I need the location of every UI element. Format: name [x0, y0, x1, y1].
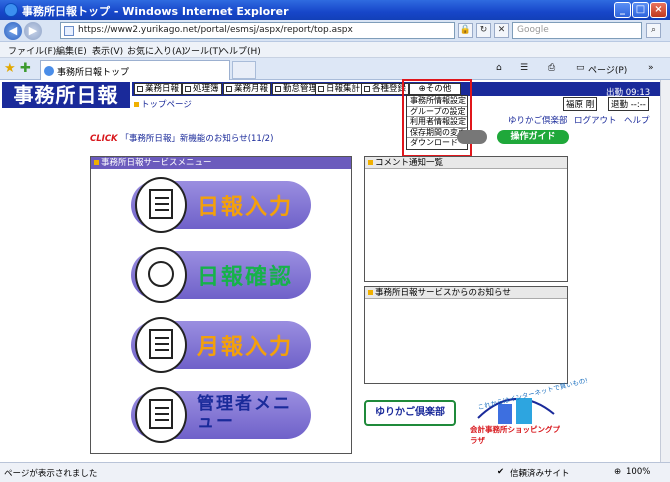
stop-icon[interactable]: ✕: [494, 23, 509, 38]
favorites-star-icon[interactable]: ★: [4, 61, 16, 76]
daily-input-icon: [135, 177, 187, 233]
menu-view[interactable]: 表示(V): [92, 44, 123, 57]
operation-guide-button[interactable]: 操作ガイド: [497, 130, 569, 144]
menu-file[interactable]: ファイル(F): [8, 44, 56, 57]
new-tab-button[interactable]: [232, 61, 256, 79]
daily-input-button[interactable]: 日報入力: [131, 177, 311, 233]
search-input[interactable]: Google: [512, 22, 642, 39]
daily-confirm-label: 日報確認: [197, 265, 294, 290]
security-zone: 信頼済みサイト: [510, 469, 570, 479]
forward-button[interactable]: ▶: [24, 22, 42, 40]
feeds-icon[interactable]: ☰: [520, 63, 528, 73]
page-content: 事務所日報 業務日報 処理簿 業務月報 勤怠管理 日報集計 各種登録 ⊕その他 …: [0, 79, 660, 461]
panel-bullet: [368, 160, 373, 165]
app-header: 事務所日報 業務日報 処理簿 業務月報 勤怠管理 日報集計 各種登録 ⊕その他 …: [0, 80, 660, 112]
ie-icon: [4, 3, 18, 17]
window-title: 事務所日報トップ - Windows Internet Explorer: [22, 5, 289, 18]
page-menu-icon: ▭: [576, 63, 585, 73]
vertical-scrollbar[interactable]: [660, 80, 670, 462]
app-logo[interactable]: 事務所日報: [2, 82, 130, 108]
trusted-zone-icon: ✔: [497, 467, 505, 477]
click-badge: CLICK: [90, 134, 118, 144]
print-icon[interactable]: ⎙: [548, 63, 555, 73]
help-link[interactable]: ヘルプ: [624, 114, 650, 126]
monthly-input-button[interactable]: 月報入力: [131, 317, 311, 373]
comment-panel: コメント通知一覧: [364, 156, 568, 282]
service-menu-header: 事務所日報サービスメニュー: [91, 157, 351, 169]
user-name: 福原 剛: [563, 97, 598, 111]
nav-daily-summary[interactable]: 日報集計: [315, 83, 364, 95]
daily-confirm-button[interactable]: 日報確認: [131, 247, 311, 303]
home-icon[interactable]: ⌂: [496, 63, 502, 73]
panel-bullet: [368, 290, 373, 295]
address-input[interactable]: https://www2.yurikago.net/portal/esmsj/a…: [60, 22, 455, 39]
nav-processing-log[interactable]: 処理簿: [182, 83, 222, 95]
lock-icon[interactable]: 🔒: [458, 23, 473, 38]
menu-tools[interactable]: ツール(T): [182, 44, 222, 57]
nav-icon: [318, 86, 324, 92]
window-titlebar: 事務所日報トップ - Windows Internet Explorer _ □…: [0, 0, 670, 20]
club-banner[interactable]: ゆりかご倶楽部: [364, 400, 456, 426]
address-bar-row: ◀ ▶ https://www2.yurikago.net/portal/esm…: [0, 20, 670, 42]
maximize-button[interactable]: □: [632, 2, 649, 18]
clock-out-time[interactable]: 退勤 --:--: [608, 97, 649, 111]
nav-icon: [137, 86, 143, 92]
page-icon: [64, 26, 74, 36]
admin-person-icon: [135, 387, 187, 443]
club-link[interactable]: ゆりかご倶楽部: [508, 114, 568, 126]
breadcrumb-bullet: [134, 102, 139, 107]
close-button[interactable]: ×: [650, 2, 667, 18]
nav-attendance[interactable]: 勤怠管理: [272, 83, 321, 95]
tab-bar: ★ ✚ 事務所日報トップ ⌂ ☰ ⎙ ▭ ページ(P) »: [0, 58, 670, 80]
nav-icon: [364, 86, 370, 92]
news-panel-header: 事務所日報サービスからのお知らせ: [365, 287, 567, 299]
tab-active[interactable]: 事務所日報トップ: [40, 60, 230, 80]
tab-title: 事務所日報トップ: [57, 68, 130, 78]
notice-text: 「事務所日報」新機能のお知らせ(11/2): [120, 134, 274, 144]
nav-business-daily[interactable]: 業務日報: [134, 83, 183, 95]
menu-help[interactable]: ヘルプ(H): [220, 44, 261, 57]
page-menu-button[interactable]: ページ(P): [588, 63, 627, 76]
news-panel: 事務所日報サービスからのお知らせ: [364, 286, 568, 384]
nav-icon: [185, 86, 191, 92]
admin-menu-label: 管理者メニュー: [197, 394, 292, 432]
zoom-icon: ⊕: [614, 467, 622, 477]
status-text: ページが表示されました: [4, 469, 98, 479]
monthly-input-label: 月報入力: [197, 335, 294, 360]
breadcrumb-text[interactable]: トップページ: [141, 100, 192, 110]
panel-bullet: [94, 160, 99, 165]
highlight-frame: [402, 79, 472, 157]
more-tools-icon[interactable]: »: [648, 63, 654, 73]
admin-menu-button[interactable]: 管理者メニュー: [131, 387, 311, 443]
tab-page-icon: [44, 66, 54, 76]
add-favorite-icon[interactable]: ✚: [20, 61, 31, 76]
news-notice[interactable]: CLICK 「事務所日報」新機能のお知らせ(11/2): [90, 132, 273, 144]
service-menu-panel: 事務所日報サービスメニュー 日報入力 日報確認 月報入力 管理者メニュー: [90, 156, 352, 454]
logout-link[interactable]: ログアウト: [574, 114, 617, 126]
zoom-level[interactable]: 100%: [626, 467, 650, 477]
plaza-caption: 会計事務所ショッピングプラザ: [470, 425, 560, 445]
shopping-plaza-banner[interactable]: これからはインターネットで買いもの! 会計事務所ショッピングプラザ: [470, 376, 589, 446]
minimize-button[interactable]: _: [614, 2, 631, 18]
grey-pill-button[interactable]: [457, 130, 487, 144]
nav-business-monthly[interactable]: 業務月報: [223, 83, 272, 95]
daily-input-label: 日報入力: [197, 195, 294, 220]
monthly-input-icon: [135, 317, 187, 373]
back-button[interactable]: ◀: [4, 22, 22, 40]
breadcrumb: トップページ: [134, 98, 192, 110]
refresh-icon[interactable]: ↻: [476, 23, 491, 38]
address-url: https://www2.yurikago.net/portal/esmsj/a…: [78, 25, 353, 35]
app-nav: 業務日報 処理簿 業務月報 勤怠管理 日報集計 各種登録 ⊕その他 出勤 09:…: [132, 82, 660, 98]
clock-icon: [135, 247, 187, 303]
nav-icon: [226, 86, 232, 92]
menu-bar: ファイル(F) 編集(E) 表示(V) お気に入り(A) ツール(T) ヘルプ(…: [0, 42, 670, 58]
status-bar: ページが表示されました ✔ 信頼済みサイト ⊕ 100%: [0, 462, 670, 482]
search-icon[interactable]: ⌕: [646, 23, 661, 38]
comment-panel-header: コメント通知一覧: [365, 157, 567, 169]
nav-icon: [275, 86, 281, 92]
menu-favorites[interactable]: お気に入り(A): [127, 44, 185, 57]
search-placeholder: Google: [517, 25, 549, 35]
menu-edit[interactable]: 編集(E): [56, 44, 87, 57]
